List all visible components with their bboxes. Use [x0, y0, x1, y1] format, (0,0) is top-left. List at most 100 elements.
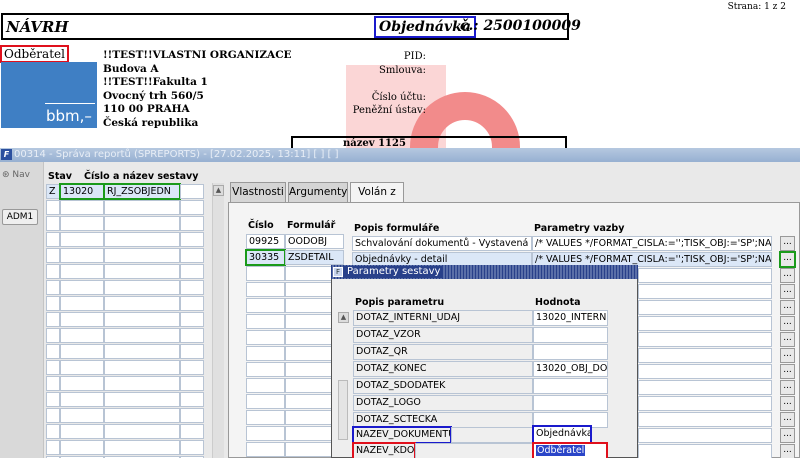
report-empty-cell[interactable] [46, 424, 60, 439]
form-empty-cell[interactable] [246, 426, 285, 441]
nav-toggle[interactable]: ⊛ Nav [2, 170, 30, 180]
edit-params-button[interactable]: ... [780, 364, 795, 379]
form-empty-cell[interactable] [638, 300, 772, 315]
report-empty-cell[interactable] [104, 280, 180, 295]
report-empty-cell[interactable] [60, 264, 104, 279]
report-empty-cell[interactable] [104, 392, 180, 407]
form-empty-cell[interactable] [638, 348, 772, 363]
form-empty-cell[interactable] [638, 284, 772, 299]
form-empty-cell[interactable] [246, 378, 285, 393]
report-stav-cell[interactable]: Z [46, 184, 60, 199]
form-empty-cell[interactable] [246, 314, 285, 329]
report-empty-cell[interactable] [60, 200, 104, 215]
param-value-input-active[interactable]: Odběratel [532, 442, 608, 458]
report-empty-cell[interactable] [60, 248, 104, 263]
edit-params-button[interactable]: ... [780, 300, 795, 315]
report-empty-cell[interactable] [180, 360, 204, 375]
report-empty-cell[interactable] [60, 344, 104, 359]
form-empty-cell[interactable] [246, 266, 285, 281]
report-empty-cell[interactable] [46, 296, 60, 311]
form-empty-cell[interactable] [638, 380, 772, 395]
param-value-input[interactable] [533, 327, 608, 343]
report-empty-cell[interactable] [60, 376, 104, 391]
edit-params-button[interactable]: ... [780, 268, 795, 283]
form-desc-cell[interactable]: Schvalování dokumentů - Vystavená objedn [352, 236, 532, 251]
report-name-cell[interactable]: RJ_ZSOBJEDN [103, 183, 181, 200]
report-empty-cell[interactable] [60, 424, 104, 439]
window-titlebar[interactable]: F 00314 - Správa reportů (SPREPORTS) - [… [0, 148, 800, 162]
report-empty-cell[interactable] [46, 312, 60, 327]
param-value-input[interactable] [533, 344, 608, 360]
param-value-input[interactable] [533, 395, 608, 411]
report-empty-cell[interactable] [104, 376, 180, 391]
report-empty-cell[interactable] [104, 344, 180, 359]
form-empty-cell[interactable] [638, 396, 772, 411]
form-number-cell[interactable]: 09925 [246, 234, 285, 249]
form-empty-cell[interactable] [246, 362, 285, 377]
report-empty-cell[interactable] [60, 392, 104, 407]
form-empty-cell[interactable] [246, 394, 285, 409]
report-empty-cell[interactable] [180, 344, 204, 359]
report-empty-cell[interactable] [180, 328, 204, 343]
report-empty-cell[interactable] [46, 200, 60, 215]
report-number-cell[interactable]: 13020 [59, 183, 105, 200]
report-empty-cell[interactable] [60, 216, 104, 231]
report-empty-cell[interactable] [60, 408, 104, 423]
param-value-input[interactable]: 13020_INTERNI_ [533, 310, 608, 326]
report-empty-cell[interactable] [60, 328, 104, 343]
report-empty-cell[interactable] [46, 328, 60, 343]
report-empty-cell[interactable] [46, 248, 60, 263]
report-empty-cell[interactable] [46, 216, 60, 231]
report-empty-cell[interactable] [104, 424, 180, 439]
tab-argumenty[interactable]: Argumenty [288, 182, 348, 202]
report-empty-cell[interactable] [180, 280, 204, 295]
report-empty-cell[interactable] [60, 232, 104, 247]
report-empty-cell[interactable] [46, 392, 60, 407]
report-empty-cell[interactable] [60, 440, 104, 455]
edit-params-button[interactable]: ... [780, 396, 795, 411]
form-empty-cell[interactable] [246, 346, 285, 361]
report-empty-cell[interactable] [180, 296, 204, 311]
tab-vlastnosti[interactable]: Vlastnosti [230, 182, 286, 202]
edit-params-button[interactable]: ... [780, 348, 795, 363]
report-empty-cell[interactable] [46, 440, 60, 455]
edit-params-button[interactable]: ... [779, 251, 796, 268]
report-empty-cell[interactable] [60, 360, 104, 375]
edit-params-button[interactable]: ... [780, 380, 795, 395]
edit-params-button[interactable]: ... [780, 316, 795, 331]
form-empty-cell[interactable] [638, 444, 772, 458]
form-number-cell[interactable]: 30335 [245, 249, 286, 266]
form-empty-cell[interactable] [638, 364, 772, 379]
report-empty-cell[interactable] [180, 440, 204, 455]
report-extra-cell[interactable] [180, 184, 204, 199]
report-empty-cell[interactable] [104, 360, 180, 375]
report-empty-cell[interactable] [180, 264, 204, 279]
report-empty-cell[interactable] [104, 328, 180, 343]
report-empty-cell[interactable] [46, 408, 60, 423]
reports-scrollbar[interactable]: ▲ [212, 183, 224, 458]
report-empty-cell[interactable] [180, 408, 204, 423]
form-empty-cell[interactable] [246, 330, 285, 345]
report-empty-cell[interactable] [46, 280, 60, 295]
form-name-cell[interactable]: OODOBJ [285, 234, 344, 249]
report-empty-cell[interactable] [180, 392, 204, 407]
tab-volan-z[interactable]: Volán z [350, 182, 404, 203]
report-empty-cell[interactable] [180, 424, 204, 439]
form-empty-cell[interactable] [246, 282, 285, 297]
report-empty-cell[interactable] [180, 376, 204, 391]
report-empty-cell[interactable] [104, 296, 180, 311]
report-empty-cell[interactable] [46, 376, 60, 391]
adm-button[interactable]: ADM1 [2, 209, 38, 225]
report-empty-cell[interactable] [104, 440, 180, 455]
report-empty-cell[interactable] [46, 360, 60, 375]
form-empty-cell[interactable] [246, 442, 285, 457]
form-params-cell[interactable]: /* VALUES */FORMAT_CISLA:='';TISK_OBJ:='… [532, 236, 772, 251]
report-empty-cell[interactable] [104, 200, 180, 215]
report-empty-cell[interactable] [104, 264, 180, 279]
report-empty-cell[interactable] [180, 200, 204, 215]
modal-scroll-up-icon[interactable]: ▲ [338, 312, 349, 323]
form-empty-cell[interactable] [638, 316, 772, 331]
report-empty-cell[interactable] [104, 232, 180, 247]
param-value-input[interactable]: 13020_OBJ_DOL [533, 361, 608, 377]
form-empty-cell[interactable] [638, 428, 772, 443]
